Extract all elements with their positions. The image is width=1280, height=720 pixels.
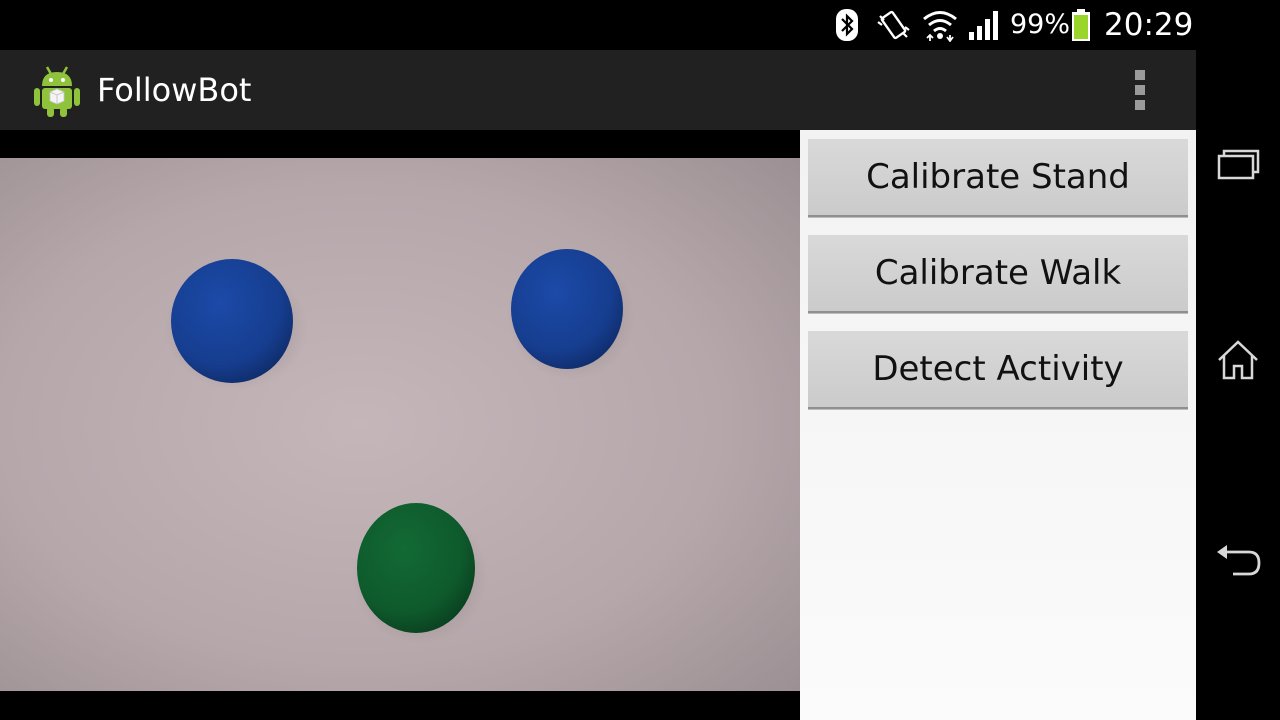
navigation-bar xyxy=(1196,0,1280,720)
calibrate-walk-button[interactable]: Calibrate Walk xyxy=(808,235,1188,313)
camera-preview xyxy=(0,130,800,720)
overflow-dot xyxy=(1135,100,1145,110)
back-icon[interactable] xyxy=(1213,536,1263,586)
recent-apps-icon[interactable] xyxy=(1213,140,1263,190)
battery-percentage: 99% xyxy=(1010,9,1071,40)
action-bar: FollowBot xyxy=(0,50,1196,130)
signal-icon xyxy=(969,11,998,40)
detect-activity-button[interactable]: Detect Activity xyxy=(808,331,1188,409)
overflow-dot xyxy=(1135,70,1145,80)
control-panel: Calibrate Stand Calibrate Walk Detect Ac… xyxy=(800,130,1196,720)
green-ball xyxy=(357,503,475,633)
vibrate-icon xyxy=(877,10,910,40)
wifi-icon xyxy=(923,11,957,42)
app-title: FollowBot xyxy=(97,71,252,109)
android-robot-icon xyxy=(34,66,80,117)
device-screen: 99% 20:29 FollowBot Calibrate Stand Cali… xyxy=(0,0,1280,720)
overflow-dot xyxy=(1135,85,1145,95)
blue-ball-left xyxy=(171,259,293,383)
home-icon[interactable] xyxy=(1213,336,1263,386)
bluetooth-icon xyxy=(836,9,858,41)
battery-icon xyxy=(1072,9,1090,41)
status-clock: 20:29 xyxy=(1104,7,1194,43)
camera-feed-image xyxy=(0,158,800,691)
overflow-menu-icon[interactable] xyxy=(1124,68,1156,112)
blue-ball-right xyxy=(511,249,623,369)
calibrate-stand-button[interactable]: Calibrate Stand xyxy=(808,139,1188,217)
status-bar: 99% 20:29 xyxy=(0,0,1196,50)
